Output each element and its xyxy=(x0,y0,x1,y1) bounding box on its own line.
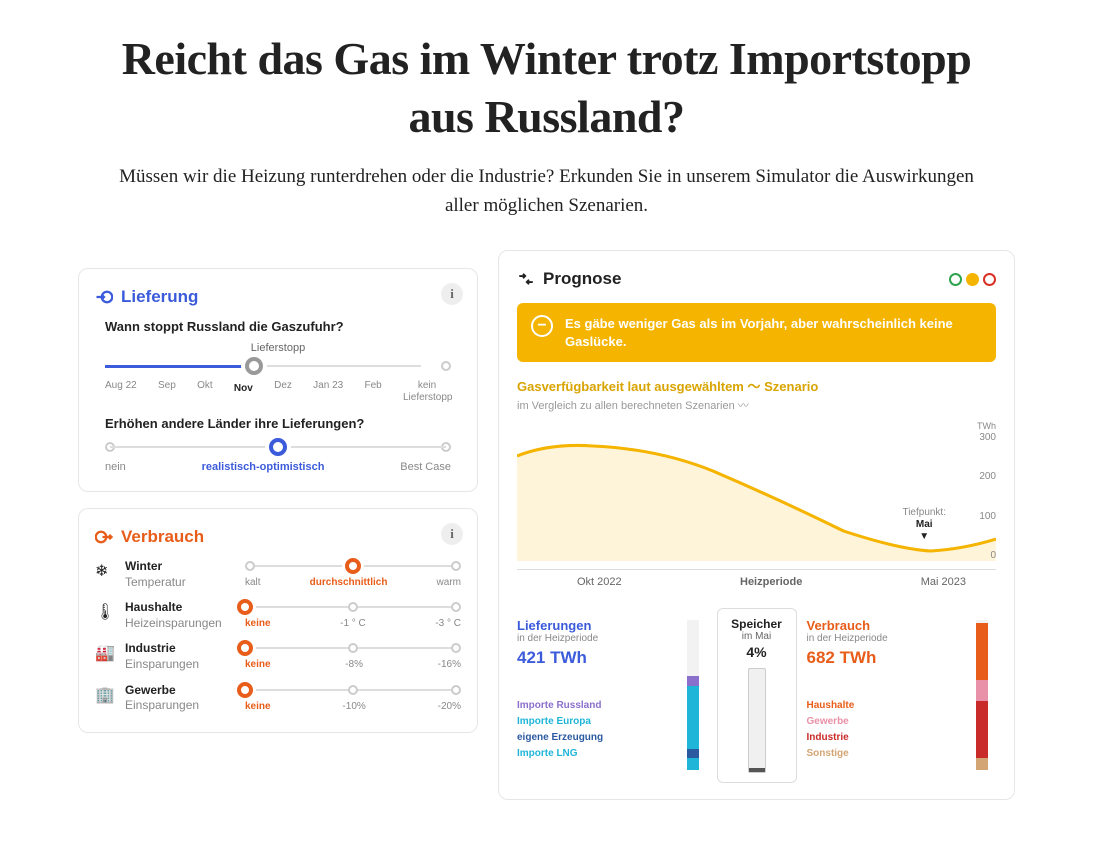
page-headline: Reicht das Gas im Winter trotz Importsto… xyxy=(90,30,1003,145)
info-icon[interactable]: i xyxy=(441,523,463,545)
prognosis-card: Prognose − Es gäbe weniger Gas als im Vo… xyxy=(498,250,1015,800)
consumption-title: Verbrauch xyxy=(121,527,204,547)
alert-message: − Es gäbe weniger Gas als im Vorjahr, ab… xyxy=(517,303,996,362)
forecast-icon xyxy=(517,270,535,288)
consume-row: 🏢 GewerbeEinsparungen keine-10%-20% xyxy=(95,683,461,714)
consume-slider[interactable] xyxy=(245,641,461,655)
info-icon[interactable]: i xyxy=(441,283,463,305)
chart-title: Gasverfügbarkeit laut ausgewähltem 〜 Sze… xyxy=(517,376,996,395)
delivery-title: Lieferung xyxy=(121,287,198,307)
chart-x-axis: Okt 2022 Heizperiode Mai 2023 xyxy=(517,569,996,588)
consume-slider[interactable] xyxy=(245,600,461,614)
q-other-countries: Erhöhen andere Länder ihre Lieferungen? xyxy=(105,416,461,431)
status-indicator xyxy=(949,273,996,286)
consume-slider[interactable] xyxy=(245,683,461,697)
deliveries-widget: Lieferungen in der Heizperiode 421 TWh I… xyxy=(517,618,707,783)
availability-chart: TWh300 200 100 0 Tiefpunkt: Mai ▼ xyxy=(517,421,996,561)
row-icon: ❄ xyxy=(95,561,115,581)
page-subheadline: Müssen wir die Heizung runterdrehen oder… xyxy=(100,163,993,220)
arrow-out-icon xyxy=(95,528,113,546)
consume-row: 🏭 IndustrieEinsparungen keine-8%-16% xyxy=(95,641,461,672)
arrow-in-icon xyxy=(95,288,113,306)
storage-widget: Speicher im Mai 4% xyxy=(717,608,797,783)
row-icon: 🌡 xyxy=(95,602,115,622)
consume-row: ❄ WinterTemperatur kaltdurchschnittlichw… xyxy=(95,559,461,590)
consume-row: 🌡 HaushalteHeizeinsparungen keine-1 ° C-… xyxy=(95,600,461,631)
delivery-card: i Lieferung Wann stoppt Russland die Gas… xyxy=(78,268,478,492)
row-icon: 🏢 xyxy=(95,685,115,705)
other-countries-slider[interactable] xyxy=(105,439,451,455)
chart-subtitle: im Vergleich zu allen berechneten Szenar… xyxy=(517,397,996,413)
prognosis-title: Prognose xyxy=(543,269,621,289)
minus-circle-icon: − xyxy=(531,315,553,337)
russia-stop-slider[interactable] xyxy=(105,358,451,374)
q-russia-stop: Wann stoppt Russland die Gaszufuhr? xyxy=(105,319,461,334)
consumption-widget: Verbrauch in der Heizperiode 682 TWh Hau… xyxy=(807,618,997,783)
slider-caption: Lieferstopp xyxy=(105,342,451,354)
low-point-label: Tiefpunkt: Mai ▼ xyxy=(902,507,946,543)
row-icon: 🏭 xyxy=(95,643,115,663)
consumption-card: i Verbrauch ❄ WinterTemperatur kaltdurch… xyxy=(78,508,478,733)
consume-slider[interactable] xyxy=(245,559,461,573)
